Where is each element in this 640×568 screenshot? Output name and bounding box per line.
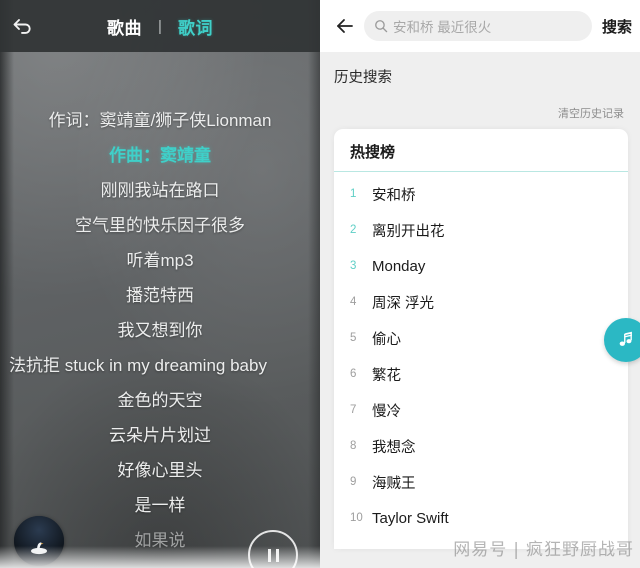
history-section: 历史搜索 清空历史记录 — [320, 52, 640, 129]
search-pane: 安和桥 最近很火 搜索 历史搜索 清空历史记录 热搜榜 1 安和桥 2 离别开出… — [320, 0, 640, 568]
lyric-line: 金色的天空 — [117, 391, 203, 410]
lyric-line: 刚刚我站在路口 — [100, 181, 220, 200]
pause-bar-right — [275, 548, 279, 562]
lyric-line-active: 作曲：窦靖童 — [109, 146, 211, 165]
back-arrow-icon[interactable] — [0, 0, 46, 52]
list-item[interactable]: 6 繁花 — [334, 356, 628, 392]
pause-bar-left — [267, 548, 271, 562]
lyric-line: 空气里的快乐因子很多 — [75, 216, 245, 235]
lyrics-list[interactable]: 作词：窦靖童/狮子侠Lionman 作曲：窦靖童 刚刚我站在路口 空气里的快乐因… — [0, 56, 320, 568]
list-item[interactable]: 7 慢冷 — [334, 392, 628, 428]
search-placeholder: 安和桥 最近很火 — [393, 20, 492, 35]
music-note-icon — [619, 331, 632, 346]
rank-number: 7 — [350, 404, 357, 416]
app-screen: 歌曲 | 歌词 作词：窦靖童/狮子侠Lionman 作曲：窦靖童 刚刚我站在路口… — [0, 0, 640, 568]
hot-search-card: 热搜榜 1 安和桥 2 离别开出花 3 Monday 4 周深 浮光 5 偷心 … — [334, 129, 628, 549]
rank-number: 3 — [350, 260, 357, 272]
rank-number: 4 — [350, 296, 357, 308]
hot-item-title: 繁花 — [372, 367, 401, 384]
lyrics-topbar: 歌曲 | 歌词 — [0, 0, 320, 52]
clear-history-button[interactable]: 清空历史记录 — [334, 87, 626, 129]
lyric-line: 播范特西 — [126, 286, 194, 305]
hot-search-list: 1 安和桥 2 离别开出花 3 Monday 4 周深 浮光 5 偷心 6 繁花… — [334, 172, 628, 536]
hot-item-title: 离别开出花 — [372, 223, 445, 240]
hot-item-title: Taylor Swift — [372, 509, 449, 527]
rank-number: 2 — [350, 224, 357, 236]
rank-number: 8 — [350, 440, 357, 452]
tab-lyrics[interactable]: 歌词 — [162, 14, 229, 39]
lyric-line: 作词：窦靖童/狮子侠Lionman — [48, 111, 272, 130]
back-arrow-icon[interactable] — [328, 0, 362, 52]
hot-item-title: 慢冷 — [372, 403, 401, 420]
rank-number: 5 — [350, 332, 357, 344]
list-item[interactable]: 4 周深 浮光 — [334, 284, 628, 320]
search-icon — [374, 19, 388, 33]
list-item[interactable]: 9 海贼王 — [334, 464, 628, 500]
hot-item-title: Monday — [372, 257, 426, 275]
lyric-line: 听着mp3 — [126, 251, 194, 270]
search-button[interactable]: 搜索 — [598, 16, 640, 37]
lyrics-player-pane: 歌曲 | 歌词 作词：窦靖童/狮子侠Lionman 作曲：窦靖童 刚刚我站在路口… — [0, 0, 320, 568]
list-item[interactable]: 2 离别开出花 — [334, 212, 628, 248]
search-topbar: 安和桥 最近很火 搜索 — [320, 0, 640, 52]
hot-item-title: 偷心 — [372, 331, 401, 348]
lyrics-tabs: 歌曲 | 歌词 — [46, 14, 274, 39]
rank-number: 6 — [350, 368, 357, 380]
search-input[interactable]: 安和桥 最近很火 — [364, 11, 592, 41]
lyric-line: 法抗拒 stuck in my dreaming baby — [9, 356, 267, 375]
list-item[interactable]: 5 偷心 — [334, 320, 628, 356]
lyric-line: 云朵片片划过 — [109, 426, 211, 445]
list-item[interactable]: 1 安和桥 — [334, 176, 628, 212]
lyric-line: 好像心里头 — [117, 461, 203, 480]
lyric-line: 我又想到你 — [117, 321, 203, 340]
hot-item-title: 周深 浮光 — [372, 295, 435, 312]
rank-number: 9 — [350, 476, 357, 488]
hot-search-title: 热搜榜 — [334, 129, 628, 172]
rank-number: 10 — [350, 512, 363, 524]
history-title: 历史搜索 — [334, 70, 392, 86]
hot-item-title: 我想念 — [372, 439, 416, 456]
list-item[interactable]: 3 Monday — [334, 248, 628, 284]
rank-number: 1 — [350, 188, 357, 200]
lyric-line: 是一样 — [134, 496, 186, 515]
list-item[interactable]: 8 我想念 — [334, 428, 628, 464]
hot-item-title: 海贼王 — [372, 475, 416, 492]
music-fab[interactable] — [604, 318, 640, 362]
tab-songs[interactable]: 歌曲 — [91, 14, 158, 39]
hot-item-title: 安和桥 — [372, 187, 416, 204]
list-item[interactable]: 10 Taylor Swift — [334, 500, 628, 536]
